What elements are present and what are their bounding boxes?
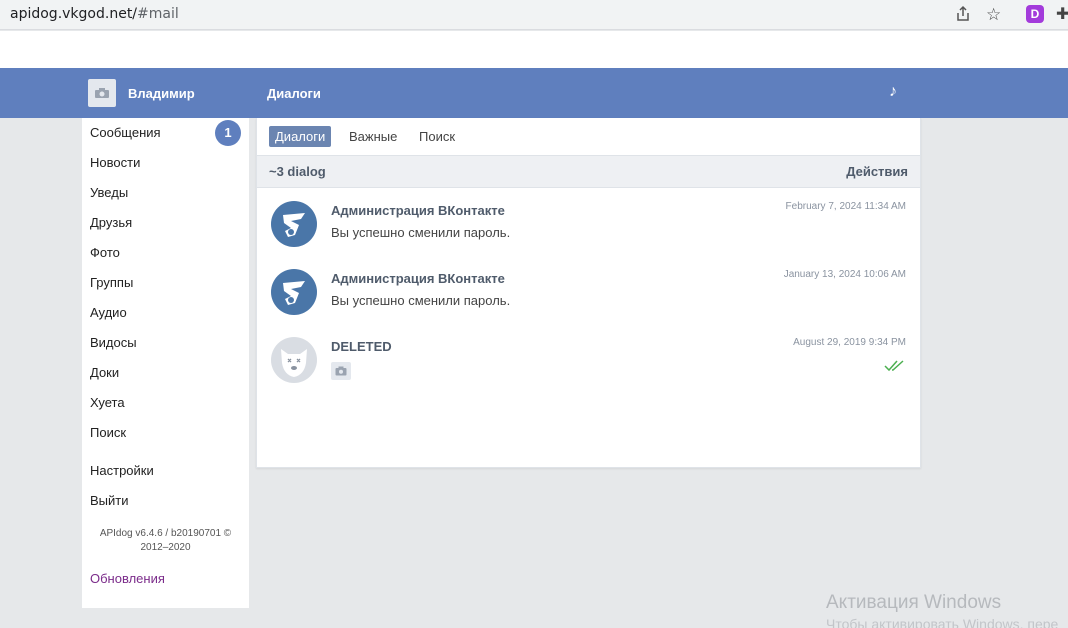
dialogs-subheader: ~3 dialog Действия xyxy=(257,156,920,188)
dialog-tabs: Диалоги Важные Поиск xyxy=(257,118,920,156)
address-bar[interactable]: apidog.vkgod.net/#mail xyxy=(10,6,179,22)
sidebar-item-groups[interactable]: Группы xyxy=(90,275,133,290)
sidebar-item-videos[interactable]: Видосы xyxy=(90,335,137,350)
dialog-last-message: Вы успешно сменили пароль. xyxy=(331,293,511,308)
vk-admin-avatar xyxy=(271,269,317,315)
extensions-puzzle-icon[interactable]: ✚ xyxy=(1056,4,1068,24)
windows-activation-hint: Чтобы активировать Windows, пере xyxy=(826,616,1059,628)
sidebar-item-settings[interactable]: Настройки xyxy=(90,463,154,478)
tab-search[interactable]: Поиск xyxy=(413,126,461,147)
tab-important[interactable]: Важные xyxy=(343,126,403,147)
dialog-name: Администрация ВКонтакте xyxy=(331,271,505,286)
version-line: APIdog v6.4.6 / b20190701 © xyxy=(99,528,232,539)
extension-icon[interactable]: D xyxy=(1026,5,1044,23)
dialog-count: ~3 dialog xyxy=(269,164,326,179)
sidebar: Сообщения 1 Новости Уведы Друзья Фото Гр… xyxy=(82,118,249,608)
sidebar-item-audio[interactable]: Аудио xyxy=(90,305,127,320)
sidebar-item-docs[interactable]: Доки xyxy=(90,365,119,380)
page-top-strip xyxy=(0,31,1068,68)
browser-toolbar: apidog.vkgod.net/#mail ☆ D ✚ xyxy=(0,0,1068,30)
section-title: Диалоги xyxy=(267,86,321,101)
vk-admin-avatar xyxy=(271,201,317,247)
dialog-row[interactable]: DELETED August 29, 2019 9:34 PM xyxy=(257,325,920,393)
sidebar-item-messages[interactable]: Сообщения xyxy=(90,125,161,140)
share-icon[interactable] xyxy=(954,5,972,28)
double-check-icon xyxy=(884,359,906,377)
camera-icon xyxy=(95,88,109,98)
dialog-row[interactable]: Администрация ВКонтакте Вы успешно смени… xyxy=(257,257,920,325)
dialog-time: August 29, 2019 9:34 PM xyxy=(793,337,906,348)
music-note-icon[interactable]: ♪ xyxy=(889,83,897,101)
tab-dialogs[interactable]: Диалоги xyxy=(269,126,332,147)
windows-activation-watermark: Активация Windows xyxy=(826,592,1002,613)
sidebar-item-logout[interactable]: Выйти xyxy=(90,493,129,508)
app-header: Владимир Диалоги ♪ xyxy=(0,68,1068,118)
dialog-name: DELETED xyxy=(331,339,392,354)
dialogs-panel: Диалоги Важные Поиск ~3 dialog Действия … xyxy=(256,118,921,468)
sidebar-item-friends[interactable]: Друзья xyxy=(90,215,132,230)
dialog-time: February 7, 2024 11:34 AM xyxy=(785,201,906,212)
deleted-user-avatar xyxy=(271,337,317,383)
version-info: APIdog v6.4.6 / b20190701 © 2012–2020 xyxy=(82,527,249,555)
updates-link[interactable]: Обновления xyxy=(90,571,165,586)
url-path: #mail xyxy=(137,6,179,22)
photo-attachment-icon xyxy=(331,362,351,380)
sidebar-item-misc[interactable]: Хуета xyxy=(90,395,125,410)
user-avatar[interactable] xyxy=(88,79,116,107)
sidebar-item-photos[interactable]: Фото xyxy=(90,245,120,260)
dialog-last-message: Вы успешно сменили пароль. xyxy=(331,225,511,240)
user-name[interactable]: Владимир xyxy=(128,86,195,101)
url-host: apidog.vkgod.net/ xyxy=(10,6,138,22)
copyright-years: 2012–2020 xyxy=(140,542,191,553)
sidebar-item-search[interactable]: Поиск xyxy=(90,425,126,440)
bookmark-star-icon[interactable]: ☆ xyxy=(986,5,1001,25)
sidebar-item-news[interactable]: Новости xyxy=(90,155,140,170)
dialog-name: Администрация ВКонтакте xyxy=(331,203,505,218)
sidebar-item-notifications[interactable]: Уведы xyxy=(90,185,128,200)
unread-badge: 1 xyxy=(215,120,241,146)
dialog-row[interactable]: Администрация ВКонтакте Вы успешно смени… xyxy=(257,189,920,257)
actions-button[interactable]: Действия xyxy=(846,164,908,179)
dialog-time: January 13, 2024 10:06 AM xyxy=(783,269,906,280)
